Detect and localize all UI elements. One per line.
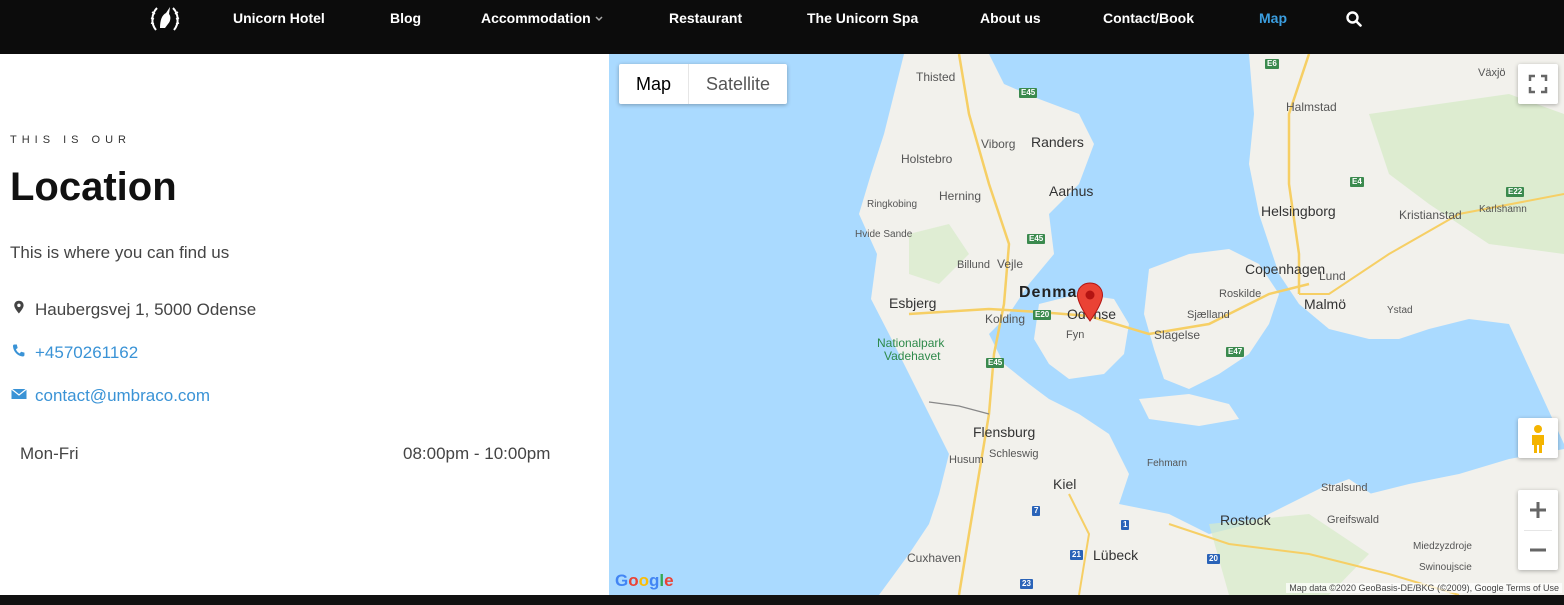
place-label: Lübeck — [1093, 547, 1139, 563]
place-label: Kristianstad — [1399, 208, 1462, 222]
google-logo[interactable]: Google — [615, 571, 674, 591]
place-label: Randers — [1031, 134, 1084, 150]
location-subtitle: This is where you can find us — [10, 243, 230, 262]
phone-icon — [12, 344, 25, 357]
place-label: Greifswald — [1327, 514, 1379, 526]
place-label: Kiel — [1053, 476, 1077, 492]
map-base-layer — [609, 54, 1564, 595]
road-shield: E45 — [1027, 234, 1046, 244]
map-marker-icon — [14, 300, 24, 314]
road-shield: 20 — [1207, 554, 1220, 564]
email-row[interactable]: contact@umbraco.com — [10, 385, 210, 406]
nav-item-unicorn-spa[interactable]: The Unicorn Spa — [807, 10, 918, 26]
nav-item-accommodation[interactable]: Accommodation — [481, 10, 603, 26]
place-label: Esbjerg — [889, 295, 937, 311]
nav-item-unicorn-hotel[interactable]: Unicorn Hotel — [233, 10, 325, 26]
hours-day: Mon-Fri — [20, 444, 79, 463]
nav-item-contact-book[interactable]: Contact/Book — [1103, 10, 1194, 26]
street-view-pegman-button[interactable] — [1518, 418, 1558, 458]
pegman-icon — [1532, 425, 1544, 453]
phone-link[interactable]: +4570261162 — [35, 343, 138, 362]
place-label: Fyn — [1066, 329, 1085, 341]
map-type-map-button[interactable]: Map — [619, 64, 688, 104]
nav-item-accommodation-label: Accommodation — [481, 10, 591, 26]
place-label: Malmö — [1304, 296, 1347, 312]
envelope-icon — [11, 388, 27, 399]
place-label: Stralsund — [1321, 482, 1368, 494]
place-label: Aarhus — [1049, 183, 1094, 199]
chevron-down-icon — [595, 16, 603, 22]
road-shield: E47 — [1226, 347, 1245, 357]
place-label: Nationalpark — [877, 336, 945, 350]
place-label: Swinoujscie — [1419, 562, 1472, 573]
top-navigation: Unicorn Hotel Blog Accommodation Restaur… — [0, 0, 1564, 54]
road-shield: 23 — [1020, 579, 1033, 589]
nav-item-map[interactable]: Map — [1259, 10, 1287, 26]
place-label: Thisted — [916, 70, 956, 84]
plus-icon[interactable] — [1518, 490, 1558, 530]
footer-strip — [0, 595, 1564, 605]
fullscreen-button[interactable] — [1518, 64, 1558, 104]
place-label: Lund — [1319, 269, 1346, 283]
location-kicker: THIS IS OUR — [10, 134, 132, 146]
place-label: Ystad — [1387, 305, 1413, 316]
nav-item-blog[interactable]: Blog — [390, 10, 421, 26]
place-label: Vejle — [997, 257, 1024, 271]
road-shield: E4 — [1350, 177, 1364, 187]
place-label: Kolding — [985, 312, 1026, 326]
map-type-control: Map Satellite — [619, 64, 788, 104]
road-shield: E22 — [1506, 187, 1525, 197]
place-label: Miedzyzdroje — [1413, 541, 1472, 552]
place-label: Ringkobing — [867, 199, 918, 210]
email-link[interactable]: contact@umbraco.com — [35, 386, 210, 405]
place-label: Slagelse — [1154, 328, 1201, 342]
address-text: Haubergsvej 1, 5000 Odense — [35, 300, 257, 319]
place-label: Billund — [957, 259, 991, 271]
nav-item-restaurant[interactable]: Restaurant — [669, 10, 742, 26]
place-label: Flensburg — [973, 424, 1036, 440]
red-map-pin-icon[interactable] — [1076, 282, 1104, 322]
zoom-control — [1518, 490, 1558, 570]
road-shield: E45 — [1019, 88, 1038, 98]
place-label: Sjælland — [1187, 309, 1230, 321]
place-label: Helsingborg — [1261, 203, 1336, 219]
unicorn-laurel-logo[interactable] — [148, 2, 182, 36]
map-type-satellite-button[interactable]: Satellite — [689, 64, 787, 104]
place-label: Husum — [949, 454, 984, 466]
place-label: Vadehavet — [884, 349, 941, 363]
road-shield: E20 — [1033, 310, 1052, 320]
place-label: Holstebro — [901, 152, 953, 166]
road-shield: E45 — [986, 358, 1005, 368]
nav-item-about-us[interactable]: About us — [980, 10, 1041, 26]
place-label: Viborg — [981, 137, 1016, 151]
place-label: Copenhagen — [1245, 261, 1326, 277]
google-map[interactable]: Thisted Viborg Randers Holstebro Herning… — [609, 54, 1564, 595]
map-attribution[interactable]: Map data ©2020 GeoBasis-DE/BKG (©2009), … — [1286, 583, 1562, 593]
page-title: Location — [10, 165, 177, 209]
place-label: Roskilde — [1219, 288, 1262, 300]
search-icon[interactable] — [1346, 11, 1362, 27]
place-label: Hvide Sande — [855, 229, 913, 240]
place-label: Karlshamn — [1479, 204, 1527, 215]
place-label: Cuxhaven — [907, 551, 962, 565]
place-label: Rostock — [1220, 512, 1271, 528]
place-label: Halmstad — [1286, 100, 1337, 114]
road-shield: 21 — [1070, 550, 1083, 560]
road-shield: 7 — [1032, 506, 1041, 516]
address-row: Haubergsvej 1, 5000 Odense — [10, 299, 256, 320]
minus-icon[interactable] — [1518, 530, 1558, 570]
road-shield: 1 — [1121, 520, 1130, 530]
place-label: Växjö — [1478, 67, 1506, 79]
phone-row[interactable]: +4570261162 — [10, 342, 138, 363]
location-panel: THIS IS OUR Location This is where you c… — [0, 54, 609, 595]
place-label: Schleswig — [989, 448, 1039, 460]
hours-time: 08:00pm - 10:00pm — [403, 444, 551, 463]
road-shield: E6 — [1265, 59, 1279, 69]
place-label: Fehmarn — [1147, 458, 1188, 469]
place-label: Herning — [939, 189, 982, 203]
fullscreen-icon — [1528, 74, 1548, 94]
